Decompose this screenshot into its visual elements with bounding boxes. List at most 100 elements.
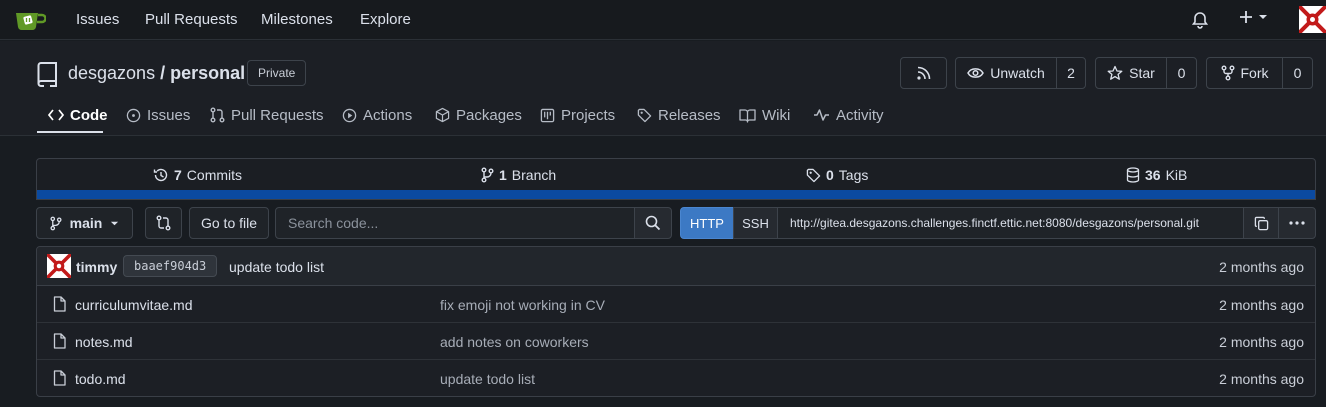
file-icon <box>53 296 66 312</box>
kebab-horizontal-icon <box>1289 221 1305 225</box>
repo-toolbar: main Go to file Search code... HTTP SSH … <box>0 207 1326 240</box>
clone-ssh-button[interactable]: SSH <box>733 207 778 239</box>
file-name[interactable]: curriculumvitae.md <box>75 297 192 313</box>
plus-icon <box>1238 9 1254 25</box>
branches-stat[interactable]: 1 Branch <box>481 167 556 183</box>
play-icon <box>342 108 357 123</box>
star-count[interactable]: 0 <box>1166 57 1197 89</box>
nav-milestones[interactable]: Milestones <box>261 11 333 28</box>
tab-packages-label: Packages <box>456 106 522 124</box>
file-commit-time: 2 months ago <box>1219 334 1304 350</box>
tags-count: 0 <box>826 167 834 183</box>
tab-pull-requests-label: Pull Requests <box>231 106 324 124</box>
tab-packages[interactable]: Packages <box>435 104 522 126</box>
star-button[interactable]: Star <box>1095 57 1167 89</box>
nav-explore[interactable]: Explore <box>360 11 411 28</box>
fork-button[interactable]: Fork <box>1206 57 1283 89</box>
user-avatar[interactable] <box>1299 6 1326 33</box>
clone-url-field[interactable]: http://gitea.desgazons.challenges.finctf… <box>777 207 1244 239</box>
pull-request-icon <box>210 107 225 123</box>
repo-title: desgazons / personal <box>68 63 245 84</box>
repo-name-link[interactable]: personal <box>170 63 245 83</box>
active-tab-indicator <box>37 131 103 133</box>
branch-icon <box>50 216 62 231</box>
file-row: notes.md add notes on coworkers 2 months… <box>37 323 1315 360</box>
package-icon <box>435 107 450 123</box>
repo-icon <box>37 61 59 87</box>
file-icon <box>53 370 66 386</box>
chevron-down-icon <box>110 219 119 228</box>
tab-actions[interactable]: Actions <box>342 104 412 126</box>
size-value: 36 <box>1145 167 1161 183</box>
private-badge: Private <box>247 60 307 86</box>
language-bar[interactable] <box>37 190 1315 199</box>
tab-projects[interactable]: Projects <box>540 104 615 126</box>
commit-author[interactable]: timmy <box>76 259 117 275</box>
star-label: Star <box>1129 65 1155 81</box>
branch-count: 1 <box>499 167 507 183</box>
eye-icon <box>967 66 985 80</box>
tab-issues[interactable]: Issues <box>126 104 190 126</box>
repo-owner-link[interactable]: desgazons <box>68 63 155 83</box>
commit-sha[interactable]: baaef904d3 <box>123 255 218 277</box>
tab-pull-requests[interactable]: Pull Requests <box>210 104 324 126</box>
notification-bell-icon[interactable] <box>1190 9 1210 29</box>
issue-icon <box>126 108 141 123</box>
watch-count[interactable]: 2 <box>1056 57 1086 89</box>
create-menu-button[interactable] <box>1238 9 1268 25</box>
file-table: timmy baaef904d3 update todo list 2 mont… <box>36 246 1316 397</box>
tab-wiki-label: Wiki <box>762 106 791 124</box>
commits-label: Commits <box>186 167 243 183</box>
rss-feed-button[interactable] <box>900 57 947 89</box>
branch-icon <box>481 167 494 183</box>
file-commit-time: 2 months ago <box>1219 371 1304 387</box>
file-name[interactable]: notes.md <box>75 334 133 350</box>
database-icon <box>1126 167 1140 183</box>
branch-name: main <box>69 215 103 231</box>
file-row: todo.md update todo list 2 months ago <box>37 360 1315 396</box>
file-commit-message[interactable]: fix emoji not working in CV <box>440 297 605 313</box>
file-icon <box>53 333 66 349</box>
tab-releases[interactable]: Releases <box>637 104 721 126</box>
commits-stat[interactable]: 7 Commits <box>153 167 242 183</box>
compare-button[interactable] <box>145 207 182 239</box>
project-icon <box>540 108 555 123</box>
tab-activity[interactable]: Activity <box>813 104 884 126</box>
nav-issues[interactable]: Issues <box>76 11 119 28</box>
tab-wiki[interactable]: Wiki <box>739 104 790 126</box>
more-options-button[interactable] <box>1278 207 1316 239</box>
rss-icon <box>916 65 932 81</box>
branch-label: Branch <box>511 167 557 183</box>
search-button[interactable] <box>634 207 672 239</box>
file-commit-time: 2 months ago <box>1219 297 1304 313</box>
tab-code[interactable]: Code <box>48 104 108 126</box>
tags-label: Tags <box>838 167 869 183</box>
file-commit-message[interactable]: update todo list <box>440 371 535 387</box>
commits-count: 7 <box>174 167 182 183</box>
file-row: curriculumvitae.md fix emoji not working… <box>37 286 1315 323</box>
go-to-file-button[interactable]: Go to file <box>189 207 269 239</box>
compare-icon <box>156 215 171 231</box>
copy-url-button[interactable] <box>1243 207 1279 239</box>
gitea-logo-icon[interactable] <box>14 7 46 33</box>
commit-author-avatar[interactable] <box>47 254 71 278</box>
tags-stat[interactable]: 0 Tags <box>806 167 868 183</box>
file-name[interactable]: todo.md <box>75 371 126 387</box>
tag-icon <box>637 108 652 123</box>
book-icon <box>739 108 756 123</box>
tab-issues-label: Issues <box>147 106 191 124</box>
size-unit: KiB <box>1165 167 1188 183</box>
top-navbar: Issues Pull Requests Milestones Explore <box>0 0 1326 40</box>
search-icon <box>645 215 661 231</box>
clone-http-button[interactable]: HTTP <box>680 207 734 239</box>
unwatch-button[interactable]: Unwatch <box>955 57 1057 89</box>
fork-count[interactable]: 0 <box>1282 57 1313 89</box>
branch-selector[interactable]: main <box>36 207 133 239</box>
chevron-down-icon <box>1258 12 1268 22</box>
nav-pull-requests[interactable]: Pull Requests <box>145 11 238 28</box>
search-code-input[interactable]: Search code... <box>275 207 635 239</box>
commit-message[interactable]: update todo list <box>229 259 324 275</box>
file-commit-message[interactable]: add notes on coworkers <box>440 334 589 350</box>
repo-title-separator: / <box>155 63 171 83</box>
tab-projects-label: Projects <box>561 106 616 124</box>
